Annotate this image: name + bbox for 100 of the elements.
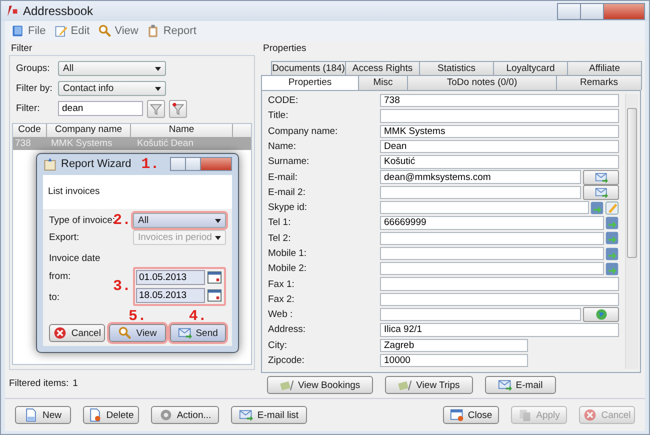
menu-item[interactable]: View bbox=[98, 24, 138, 38]
field-label: Name: bbox=[268, 141, 297, 152]
text-field[interactable] bbox=[380, 109, 619, 123]
tab[interactable]: Access Rights bbox=[345, 61, 420, 75]
table-cell-text: 738 bbox=[14, 138, 32, 149]
close-button[interactable] bbox=[200, 157, 232, 172]
clear-filter-button[interactable] bbox=[169, 100, 187, 118]
caret-icon bbox=[215, 236, 221, 240]
invoice-type-dropdown[interactable]: All bbox=[133, 213, 226, 228]
call-button[interactable] bbox=[590, 200, 604, 215]
field-label: Surname: bbox=[268, 156, 310, 168]
text-field[interactable]: MMK Systems bbox=[380, 124, 619, 138]
step-number: 4. bbox=[188, 308, 207, 324]
text-field[interactable]: Dean bbox=[380, 140, 619, 154]
text-field[interactable]: 10000 bbox=[380, 354, 528, 368]
open-web-button[interactable] bbox=[583, 307, 619, 322]
call-button[interactable] bbox=[605, 231, 619, 246]
table-cell-text: Košutić Dean bbox=[136, 138, 195, 149]
magnifier-icon bbox=[118, 326, 132, 340]
phone-icon bbox=[605, 216, 619, 230]
apply-filter-button[interactable] bbox=[147, 100, 165, 118]
text-field[interactable]: Ilica 92/1 bbox=[380, 323, 619, 337]
maximize-button[interactable] bbox=[580, 2, 604, 20]
field-label: Web : bbox=[268, 309, 294, 320]
calendar-icon bbox=[207, 270, 222, 285]
step-number: 5. bbox=[128, 308, 146, 324]
caret-icon bbox=[155, 66, 161, 70]
text-field[interactable] bbox=[380, 292, 619, 306]
call-button[interactable] bbox=[605, 262, 619, 276]
field-label: Mobile 1: bbox=[268, 248, 308, 259]
field-label: Tel 2: bbox=[268, 232, 292, 244]
cancel-icon bbox=[53, 326, 68, 340]
step-number: 1. bbox=[141, 156, 160, 173]
filtered-items-label: Filtered items: bbox=[9, 378, 69, 388]
text-field[interactable] bbox=[380, 277, 619, 291]
close-button[interactable] bbox=[603, 2, 645, 20]
text-field[interactable]: dean@mmksystems.com bbox=[380, 170, 581, 184]
tab[interactable]: Properties bbox=[261, 75, 359, 90]
filter-clear-icon bbox=[171, 102, 185, 116]
tab[interactable]: Loyaltycard bbox=[493, 61, 568, 75]
scrollbar[interactable] bbox=[625, 94, 638, 369]
filter-by-dropdown[interactable]: Contact info bbox=[58, 81, 166, 96]
text-field[interactable] bbox=[380, 262, 604, 276]
pencil-icon bbox=[54, 24, 68, 38]
menu-item[interactable]: File bbox=[11, 24, 46, 38]
dialog-button[interactable]: View bbox=[109, 324, 166, 342]
menu-item[interactable]: Report bbox=[146, 24, 196, 38]
field-label: Filter by: bbox=[16, 83, 54, 94]
call-button[interactable] bbox=[605, 246, 619, 261]
text-field[interactable] bbox=[380, 246, 604, 260]
book-icon bbox=[11, 24, 25, 38]
toolbar-button[interactable]: E-mail list bbox=[231, 406, 307, 424]
section-title: Properties bbox=[262, 43, 308, 55]
dialog-button[interactable]: Send bbox=[170, 324, 226, 342]
toolbar-button[interactable]: Action... bbox=[151, 406, 219, 424]
date-field[interactable]: 18.05.2013 bbox=[136, 288, 205, 303]
toolbar-button[interactable]: Delete bbox=[83, 406, 139, 424]
groups-dropdown[interactable]: All bbox=[58, 61, 166, 76]
tab[interactable]: Affiliate bbox=[567, 61, 642, 75]
calendar-button[interactable] bbox=[207, 270, 223, 285]
text-field[interactable] bbox=[380, 186, 581, 200]
panel-button[interactable]: View Trips bbox=[385, 376, 473, 394]
maximize-button[interactable] bbox=[185, 157, 201, 172]
envelope-icon bbox=[594, 170, 608, 184]
edit-button[interactable] bbox=[605, 200, 619, 215]
filtered-items-count: 1 bbox=[72, 378, 78, 388]
call-button[interactable] bbox=[605, 216, 619, 230]
calendar-button[interactable] bbox=[207, 288, 223, 303]
text-field[interactable] bbox=[380, 232, 604, 245]
envelope-icon bbox=[594, 186, 608, 199]
caret-icon bbox=[215, 218, 221, 222]
tab[interactable]: Misc bbox=[358, 75, 408, 90]
tab[interactable]: Statistics bbox=[419, 61, 494, 75]
tab[interactable]: Documents (184) bbox=[271, 61, 346, 75]
text-field[interactable] bbox=[380, 308, 581, 322]
minimize-button[interactable] bbox=[557, 2, 581, 20]
menu-item[interactable]: Edit bbox=[54, 24, 90, 38]
date-field[interactable]: 01.05.2013 bbox=[136, 270, 205, 285]
field-label: Address: bbox=[268, 324, 306, 336]
filter-field[interactable]: dean bbox=[58, 101, 143, 116]
text-field[interactable] bbox=[380, 200, 589, 214]
pencil-icon bbox=[605, 200, 619, 215]
text-field[interactable]: Košutić bbox=[380, 155, 619, 169]
text-field[interactable]: Zagreb bbox=[380, 338, 528, 352]
panel-button[interactable]: View Bookings bbox=[267, 376, 374, 394]
tab[interactable]: Remarks bbox=[556, 75, 642, 90]
envelope-icon bbox=[239, 408, 254, 422]
text-field[interactable]: 738 bbox=[380, 94, 619, 108]
field-label: City: bbox=[268, 340, 288, 351]
send-email-button[interactable] bbox=[583, 170, 619, 185]
tab[interactable]: ToDo notes (0/0) bbox=[407, 75, 557, 90]
send-email-button[interactable] bbox=[583, 184, 619, 200]
dialog-button[interactable]: Close bbox=[443, 406, 499, 424]
panel-button[interactable]: E-mail bbox=[484, 376, 556, 394]
caret-icon bbox=[155, 86, 161, 90]
text-field[interactable]: 66669999 bbox=[380, 216, 604, 230]
toolbar-button[interactable]: New bbox=[15, 406, 71, 424]
minimize-button[interactable] bbox=[170, 157, 186, 172]
field-label: to: bbox=[49, 292, 61, 302]
dialog-button[interactable]: Cancel bbox=[49, 324, 106, 342]
